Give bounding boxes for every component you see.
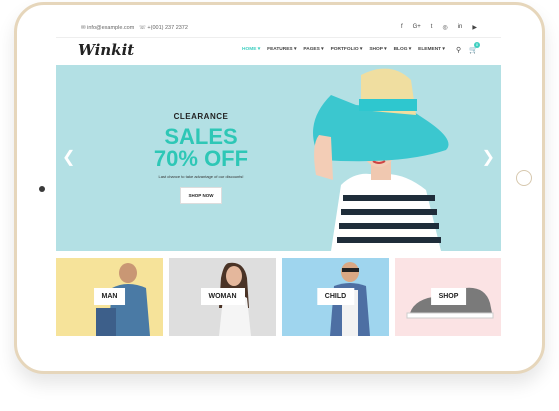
twitter-icon[interactable]: t	[431, 24, 433, 31]
nav-home[interactable]: HOME ▾	[242, 47, 260, 52]
nav-shop[interactable]: SHOP ▾	[369, 47, 386, 52]
category-man[interactable]: MAN	[56, 258, 163, 336]
nav-pages[interactable]: PAGES ▾	[303, 47, 323, 52]
main-nav: HOME ▾ FEATURES ▾ PAGES ▾ PORTFOLIO ▾ SH…	[242, 47, 445, 52]
nav-features[interactable]: FEATURES ▾	[267, 47, 296, 52]
category-shop[interactable]: SHOP	[395, 258, 501, 336]
category-label[interactable]: WOMAN	[200, 288, 245, 305]
email-text[interactable]: ✉ info@example.com	[81, 25, 134, 31]
google-plus-icon[interactable]: G+	[413, 24, 421, 31]
nav-blog[interactable]: BLOG ▾	[394, 47, 412, 52]
search-icon[interactable]: ⚲	[456, 46, 461, 54]
hero-model-image	[313, 68, 449, 251]
hero-percent: 70% OFF	[153, 146, 249, 171]
category-woman[interactable]: WOMAN	[169, 258, 276, 336]
camera-dot	[39, 186, 45, 192]
site-header: Winkit HOME ▾ FEATURES ▾ PAGES ▾ PORTFOL…	[56, 38, 501, 64]
hero-sales: SALES	[164, 124, 238, 149]
phone-value: +(001) 237 2372	[147, 25, 188, 31]
category-label[interactable]: SHOP	[430, 288, 467, 305]
instagram-icon[interactable]: ◎	[442, 24, 447, 31]
category-label[interactable]: MAN	[93, 288, 126, 305]
linkedin-icon[interactable]: in	[458, 24, 463, 31]
nav-portfolio[interactable]: PORTFOLIO ▾	[331, 47, 363, 52]
slider-prev-icon[interactable]: ❮	[62, 147, 75, 167]
website-screen: ✉ info@example.com ☏ +(001) 237 2372 f G…	[56, 20, 501, 354]
cart-count-badge: 0	[474, 42, 480, 48]
hero-tagline: Last chance to take advantage of our dis…	[158, 174, 244, 179]
social-links: f G+ t ◎ in ▶	[401, 24, 477, 31]
home-button[interactable]	[516, 170, 532, 186]
top-bar: ✉ info@example.com ☏ +(001) 237 2372 f G…	[56, 20, 501, 38]
email-value[interactable]: info@example.com	[87, 25, 134, 31]
hero-clearance: CLEARANCE	[173, 112, 229, 121]
facebook-icon[interactable]: f	[401, 24, 403, 31]
phone-text: ☏ +(001) 237 2372	[139, 25, 188, 31]
hero-banner: ❮ CLEARANCE SALES 70% OFF Last chance to…	[56, 65, 501, 251]
nav-element[interactable]: ELEMENT ▾	[418, 47, 445, 52]
slider-next-icon[interactable]: ❯	[482, 147, 495, 167]
hero-text: CLEARANCE SALES 70% OFF Last chance to t…	[126, 112, 276, 204]
category-grid: MAN WOMAN CHILD SHOP	[56, 258, 501, 336]
youtube-icon[interactable]: ▶	[472, 24, 477, 31]
site-logo[interactable]: Winkit	[78, 41, 134, 59]
category-label[interactable]: CHILD	[316, 288, 355, 305]
shop-now-button[interactable]: SHOP NOW	[179, 187, 223, 204]
category-child[interactable]: CHILD	[282, 258, 389, 336]
